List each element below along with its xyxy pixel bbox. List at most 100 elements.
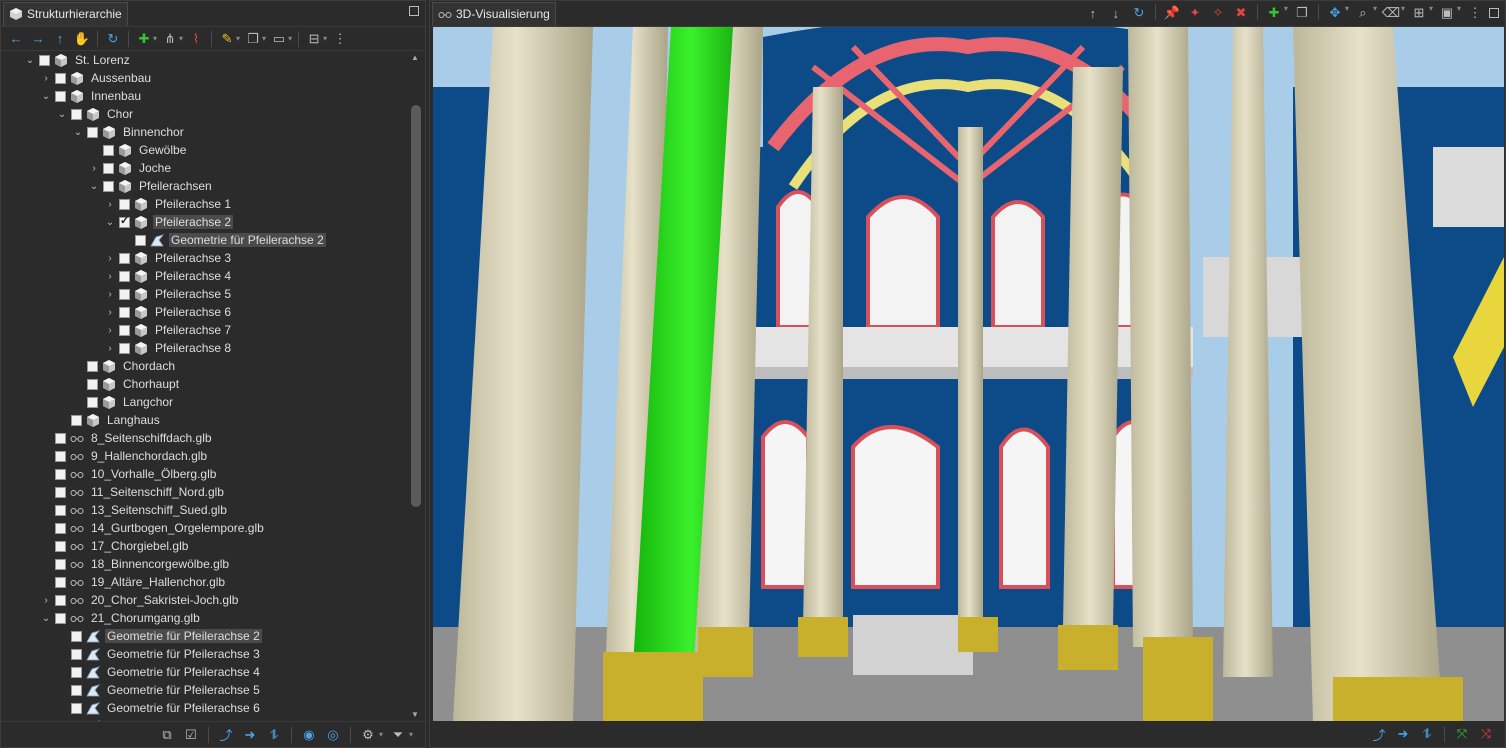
tree-node[interactable]: ⌄ Binnenchor — [71, 123, 186, 141]
tree-checkbox[interactable] — [71, 108, 82, 120]
export-view-icon[interactable]: ⤴ — [1370, 725, 1388, 743]
transform-icon[interactable]: ⤧ — [1453, 725, 1471, 743]
move-up-icon[interactable]: ↑ — [1084, 4, 1102, 22]
chevron-right-icon[interactable]: › — [103, 341, 117, 355]
tree-checkbox[interactable] — [119, 270, 130, 282]
chevron-down-icon[interactable]: ⌄ — [23, 53, 37, 67]
arrow-right-icon[interactable]: ➜ — [241, 726, 259, 744]
tree-checkbox[interactable] — [55, 594, 66, 606]
tree-checkbox[interactable] — [119, 252, 130, 264]
tree-checkbox[interactable] — [55, 540, 66, 552]
copy-icon[interactable]: ❐ — [244, 30, 262, 48]
tree-node[interactable]: Langchor — [71, 393, 175, 411]
tree-checkbox[interactable] — [103, 144, 114, 156]
tree-node[interactable]: ⌄ Innenbau — [39, 87, 143, 105]
tree-checkbox[interactable] — [71, 630, 82, 642]
tree-node[interactable]: › Pfeilerachse 3 — [103, 249, 233, 267]
route-icon[interactable]: ⥮ — [265, 726, 283, 744]
clipboard-icon[interactable]: ❐ — [1293, 4, 1311, 22]
tree-checkbox[interactable] — [55, 90, 66, 102]
tree-checkbox[interactable] — [135, 234, 146, 246]
tree-node[interactable]: 11_Seitenschiff_Nord.glb — [39, 483, 226, 501]
tree-checkbox[interactable] — [55, 504, 66, 516]
tree-node[interactable]: › Joche — [87, 159, 173, 177]
tree-checkbox[interactable] — [55, 432, 66, 444]
settings-cube-icon[interactable]: ⚙ — [359, 726, 377, 744]
add-icon[interactable]: ✚ — [135, 30, 153, 48]
tree-checkbox[interactable] — [55, 468, 66, 480]
tree-node[interactable]: Gewölbe — [87, 141, 188, 159]
chevron-right-icon[interactable]: › — [103, 287, 117, 301]
chevron-right-icon[interactable]: › — [103, 269, 117, 283]
add-geometry-icon[interactable]: ✚ — [1265, 4, 1283, 22]
refresh-view-icon[interactable]: ↻ — [1130, 4, 1148, 22]
export-icon[interactable]: ⤴ — [217, 726, 235, 744]
tree-checkbox[interactable] — [119, 342, 130, 354]
navigate-icon[interactable]: ✥ — [1326, 4, 1344, 22]
tree-scrollbar[interactable]: ▲ ▼ — [408, 51, 424, 721]
visibility-on-icon[interactable]: ◉ — [300, 726, 318, 744]
chevron-right-icon[interactable]: › — [87, 161, 101, 175]
tree-checkbox[interactable] — [39, 54, 50, 66]
tree-checkbox[interactable] — [71, 702, 82, 714]
tree-checkbox[interactable] — [87, 378, 98, 390]
pin-green-icon[interactable]: ✧ — [1209, 4, 1227, 22]
tree-node[interactable]: › Pfeilerachse 1 — [103, 195, 233, 213]
delete-node-icon[interactable]: ⌇ — [187, 30, 205, 48]
tab-strukturhierarchie[interactable]: Strukturhierarchie — [3, 1, 128, 26]
checkbox-icon[interactable]: ☑ — [182, 726, 200, 744]
visibility-off-icon[interactable]: ◎ — [324, 726, 342, 744]
tree-node[interactable]: › Aussenbau — [39, 69, 153, 87]
maximize-icon[interactable] — [409, 6, 419, 16]
maximize-view-icon[interactable] — [1489, 8, 1499, 18]
tree-node[interactable]: 10_Vorhalle_Ölberg.glb — [39, 465, 218, 483]
eraser-icon[interactable]: ⌫ — [1382, 4, 1400, 22]
tree-node[interactable]: 9_Hallenchordach.glb — [39, 447, 209, 465]
tree-node[interactable]: Geometrie für Pfeilerachse 5 — [55, 681, 262, 699]
chevron-down-icon[interactable]: ⌄ — [103, 215, 117, 229]
next-view-icon[interactable]: ➜ — [1394, 725, 1412, 743]
tree-node[interactable]: 19_Altäre_Hallenchor.glb — [39, 573, 227, 591]
up-arrow-icon[interactable]: ↑ — [51, 30, 69, 48]
collapse-all-icon[interactable]: ⊟ — [305, 30, 323, 48]
tree-checkbox[interactable] — [55, 522, 66, 534]
back-arrow-icon[interactable]: ← — [7, 30, 25, 48]
3d-viewport[interactable] — [433, 27, 1504, 721]
tree-node[interactable]: › Pfeilerachse 5 — [103, 285, 233, 303]
tree-checkbox[interactable] — [71, 648, 82, 660]
view-menu-icon[interactable]: ⋮ — [1466, 4, 1484, 22]
tree-node[interactable]: ⌄ 21_Chorumgang.glb — [39, 609, 202, 627]
tree-node[interactable]: Geometrie für Pfeilerachse 3 — [55, 645, 262, 663]
forward-arrow-icon[interactable]: → — [29, 30, 47, 48]
link-icon[interactable]: ▭ — [270, 30, 288, 48]
tree-checkbox[interactable] — [87, 360, 98, 372]
hierarchy-icon[interactable]: ⋔ — [161, 30, 179, 48]
tree-checkbox[interactable] — [71, 684, 82, 696]
tree-node[interactable]: › Pfeilerachse 4 — [103, 267, 233, 285]
tree-checkbox[interactable] — [87, 126, 98, 138]
tree-node[interactable]: 8_Seitenschiffdach.glb — [39, 429, 214, 447]
tree-checkbox[interactable] — [71, 414, 82, 426]
scroll-down-icon[interactable]: ▼ — [411, 710, 419, 719]
tree-node[interactable]: Chordach — [71, 357, 177, 375]
tree-checkbox[interactable] — [55, 576, 66, 588]
tree-node[interactable]: 17_Chorgiebel.glb — [39, 537, 190, 555]
tree-node[interactable]: 13_Seitenschiff_Sued.glb — [39, 501, 229, 519]
move-down-icon[interactable]: ↓ — [1107, 4, 1125, 22]
chevron-right-icon[interactable]: › — [103, 251, 117, 265]
refresh-icon[interactable]: ↻ — [104, 30, 122, 48]
more-menu-icon[interactable]: ⋮ — [331, 30, 349, 48]
tree-checkbox[interactable] — [55, 486, 66, 498]
tree-checkbox[interactable] — [103, 162, 114, 174]
tree-checkbox[interactable] — [55, 450, 66, 462]
scroll-up-icon[interactable]: ▲ — [411, 53, 419, 62]
route-view-icon[interactable]: ⥮ — [1418, 725, 1436, 743]
chevron-right-icon[interactable]: › — [39, 593, 53, 607]
tree-node[interactable]: ⌄ Pfeilerachsen — [87, 177, 214, 195]
tab-3d-visualisierung[interactable]: 3D-Visualisierung — [432, 1, 556, 26]
scroll-thumb[interactable] — [411, 105, 421, 507]
tree-checkbox[interactable] — [119, 214, 130, 228]
tree-node[interactable]: › Pfeilerachse 6 — [103, 303, 233, 321]
chevron-right-icon[interactable]: › — [103, 305, 117, 319]
tree-node[interactable]: ⌄ Chor — [55, 105, 135, 123]
